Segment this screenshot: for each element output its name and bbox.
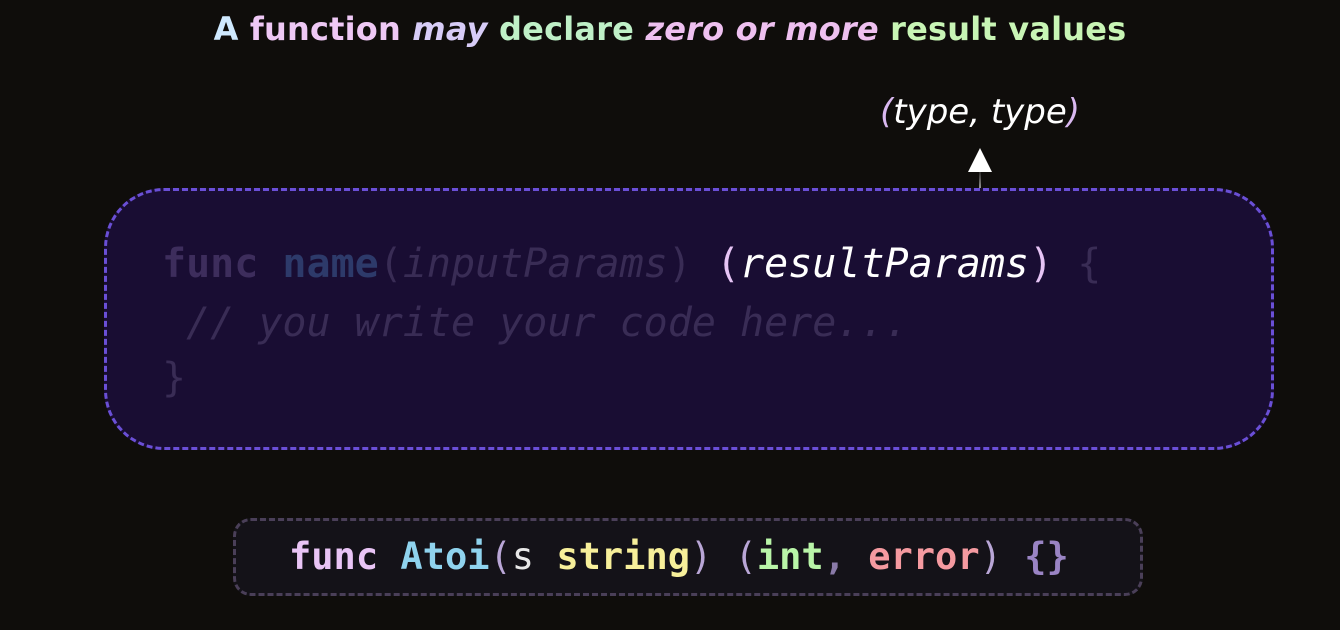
headline-zero-or-more: zero or more <box>645 10 879 48</box>
headline-result-values: result values <box>878 10 1127 48</box>
example-close-paren: ) <box>690 535 713 578</box>
annotation-text: type, type <box>893 92 1067 132</box>
example-open-paren: ( <box>489 535 512 578</box>
code-comment: // you write your code here... <box>186 300 909 346</box>
comment-line: // you write your code here... <box>162 300 909 346</box>
example-func-keyword: func <box>289 535 379 578</box>
example-int-type: int <box>756 535 824 578</box>
annotation-open-paren: ( <box>880 92 894 132</box>
example-function-name: Atoi <box>400 535 490 578</box>
close-brace: } <box>162 355 187 401</box>
func-keyword: func <box>162 241 259 287</box>
signature-line: func name(inputParams) (resultParams) { <box>162 244 1101 284</box>
annotation-close-paren: ) <box>1066 92 1081 132</box>
headline-a: A <box>213 10 239 48</box>
example-result-close: ) <box>979 535 1002 578</box>
close-brace-line: } <box>162 358 186 398</box>
example-param-type: string <box>556 535 690 578</box>
function-name: name <box>282 241 379 287</box>
input-close-paren: ) <box>667 241 692 287</box>
input-params: inputParams <box>402 241 668 287</box>
result-open-paren: ( <box>715 241 741 287</box>
example-body: {} <box>1024 535 1069 578</box>
example-error-type: error <box>868 535 980 578</box>
headline-declare: declare <box>487 10 646 48</box>
result-close-paren: ) <box>1029 241 1054 287</box>
example-comma: , <box>823 535 846 578</box>
example-signature: func Atoi(s string) (int, error) {} <box>289 538 1069 575</box>
headline: A function may declare zero or more resu… <box>0 10 1340 48</box>
input-open-paren: ( <box>378 241 403 287</box>
open-brace: { <box>1077 241 1102 287</box>
result-params: resultParams <box>740 241 1030 287</box>
example-result-open: ( <box>734 535 757 578</box>
result-type-annotation: (type, type) <box>880 92 1080 132</box>
headline-function: function <box>238 10 413 48</box>
example-param-name: s <box>511 535 535 578</box>
headline-may: may <box>412 10 488 48</box>
